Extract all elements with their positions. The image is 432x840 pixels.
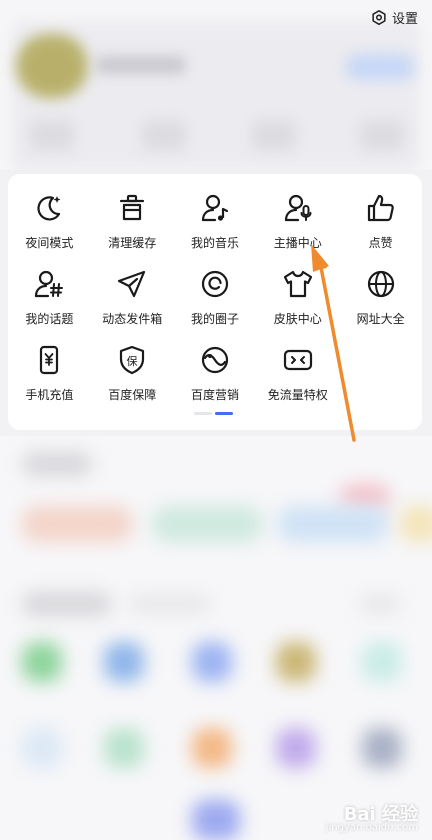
settings-button[interactable]: 设置 <box>370 8 418 27</box>
menu-item-label: 动态发件箱 <box>102 312 163 326</box>
menu-item-label: 清理缓存 <box>108 236 157 250</box>
menu-item-label: 主播中心 <box>273 236 322 250</box>
card[interactable] <box>278 506 388 542</box>
menu-item-label: 点赞 <box>368 236 393 250</box>
phone-yen-icon <box>40 345 59 375</box>
app-icon[interactable] <box>104 728 144 768</box>
username-blurred[interactable] <box>96 56 186 74</box>
menu-item-label: 我的圈子 <box>190 312 239 326</box>
hashtag-user-icon <box>35 270 64 298</box>
stat-item[interactable] <box>360 120 404 150</box>
menu-item-label: 皮肤中心 <box>273 312 322 326</box>
shield-bao-icon: 保 <box>120 345 145 375</box>
menu-item-label: 免流量特权 <box>267 388 328 402</box>
menu-item-outbox[interactable]: 动态发件箱 <box>91 264 174 340</box>
menu-item-label: 我的话题 <box>25 312 74 326</box>
section-more[interactable] <box>360 596 400 612</box>
menu-row: 手机充值 保 百度保障 百度营销 免流量特权 <box>8 340 422 416</box>
menu-item-label: 手机充值 <box>25 388 74 402</box>
app-icon[interactable] <box>362 642 402 682</box>
music-user-icon <box>201 194 229 222</box>
trash-icon <box>120 194 145 221</box>
app-icon[interactable] <box>192 800 240 840</box>
globe-icon <box>367 270 394 298</box>
app-icon[interactable] <box>22 642 62 682</box>
profile-action-button[interactable] <box>345 54 415 80</box>
tshirt-icon <box>283 270 312 298</box>
section-title <box>22 452 92 476</box>
mic-user-icon <box>284 194 312 222</box>
stat-item[interactable] <box>252 120 296 150</box>
menu-item-label: 百度保障 <box>108 388 157 402</box>
send-icon <box>118 270 146 298</box>
menu-item-night-mode[interactable]: 夜间模式 <box>8 188 91 264</box>
app-icon[interactable] <box>192 642 232 682</box>
watermark-sub: jingyan.baidu.com <box>325 822 418 833</box>
menu-item-streamer-center[interactable]: 主播中心 <box>256 188 339 264</box>
app-icon[interactable] <box>362 728 402 768</box>
menu-grid: 夜间模式 清理缓存 我的音乐 主播中心 点赞 我的话题 动态发件箱 我的圈子 皮… <box>8 188 422 416</box>
menu-item-label: 百度营销 <box>190 388 239 402</box>
menu-row: 我的话题 动态发件箱 我的圈子 皮肤中心 网址大全 <box>8 264 422 340</box>
stat-item[interactable] <box>30 120 74 150</box>
svg-text:保: 保 <box>127 354 138 368</box>
section-title <box>22 592 112 616</box>
more-menu-panel: 夜间模式 清理缓存 我的音乐 主播中心 点赞 我的话题 动态发件箱 我的圈子 皮… <box>8 174 422 430</box>
card[interactable] <box>400 506 432 542</box>
avatar[interactable] <box>16 34 88 98</box>
app-icon[interactable] <box>104 642 144 682</box>
menu-row: 夜间模式 清理缓存 我的音乐 主播中心 点赞 <box>8 188 422 264</box>
page-indicator[interactable] <box>194 412 233 415</box>
menu-item-likes[interactable]: 点赞 <box>339 188 422 264</box>
page-dot[interactable] <box>194 412 212 415</box>
circle-icon <box>201 270 229 298</box>
menu-item-my-circle[interactable]: 我的圈子 <box>174 264 257 340</box>
section-subtitle <box>130 596 210 612</box>
card[interactable] <box>152 506 262 542</box>
card[interactable] <box>22 506 132 542</box>
app-icon[interactable] <box>276 642 316 682</box>
gear-icon <box>372 9 386 25</box>
moon-icon <box>37 196 61 221</box>
page-dot-active[interactable] <box>215 412 233 415</box>
menu-item-baidu-marketing[interactable]: 百度营销 <box>174 340 257 416</box>
marketing-icon <box>201 346 229 374</box>
menu-item-my-music[interactable]: 我的音乐 <box>174 188 257 264</box>
menu-item-label: 网址大全 <box>356 312 405 326</box>
app-icon[interactable] <box>276 728 316 768</box>
thumbs-up-icon <box>367 194 394 222</box>
menu-item-url-directory[interactable]: 网址大全 <box>339 264 422 340</box>
menu-item-label: 夜间模式 <box>25 236 74 250</box>
menu-item-label: 我的音乐 <box>190 236 239 250</box>
app-icon[interactable] <box>22 728 62 768</box>
watermark: Bai 经验 jingyan.baidu.com <box>326 800 418 833</box>
menu-item-clear-cache[interactable]: 清理缓存 <box>91 188 174 264</box>
menu-item-skin-center[interactable]: 皮肤中心 <box>256 264 339 340</box>
menu-item-my-topics[interactable]: 我的话题 <box>8 264 91 340</box>
stat-item[interactable] <box>142 120 186 150</box>
menu-item-phone-recharge[interactable]: 手机充值 <box>8 340 91 416</box>
app-icon[interactable] <box>192 728 232 768</box>
menu-item-data-free[interactable]: 免流量特权 <box>256 340 339 416</box>
profile-header: 设置 <box>0 0 432 170</box>
data-free-icon <box>283 349 312 371</box>
feed-content-blurred <box>0 436 432 840</box>
menu-item-baidu-protection[interactable]: 保 百度保障 <box>91 340 174 416</box>
settings-label: 设置 <box>391 12 418 27</box>
